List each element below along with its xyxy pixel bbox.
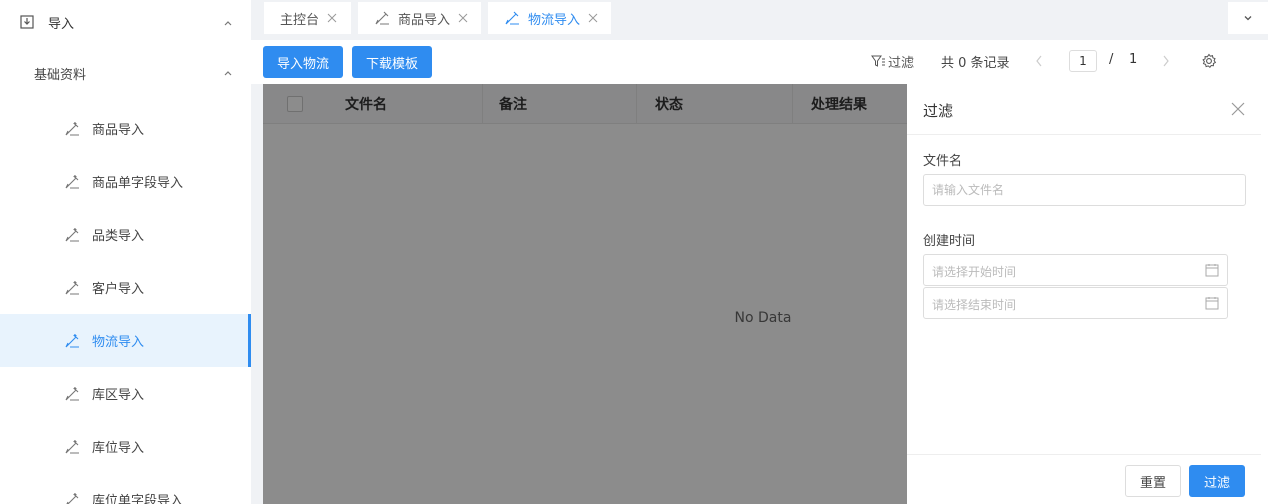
sidebar-item-location-import[interactable]: 库位导入 xyxy=(0,420,251,473)
tabs-more-button[interactable] xyxy=(1228,2,1268,34)
tab-bar: 主控台 商品导入 物流导入 xyxy=(251,0,1268,40)
tab-label: 物流导入 xyxy=(528,12,581,28)
next-page-icon[interactable] xyxy=(1161,54,1171,68)
sidebar-group-basic[interactable]: 基础资料 xyxy=(0,50,251,96)
gear-icon[interactable] xyxy=(1201,53,1217,69)
chevron-up-icon xyxy=(224,71,232,76)
start-date-placeholder: 请选择开始时间 xyxy=(932,265,1017,279)
sidebar-menu-import-label: 导入 xyxy=(48,16,75,32)
chevron-up-icon xyxy=(224,21,232,26)
close-icon[interactable] xyxy=(588,13,598,23)
filename-input[interactable] xyxy=(923,174,1246,206)
reset-button[interactable]: 重置 xyxy=(1125,465,1181,497)
tab-label: 主控台 xyxy=(280,12,320,28)
sidebar-item-label: 商品导入 xyxy=(92,123,145,138)
drawer-title: 过滤 xyxy=(923,102,954,120)
import-icon xyxy=(20,15,34,29)
edit-icon xyxy=(65,280,79,295)
edit-icon xyxy=(505,11,519,25)
sidebar-item-label: 商品单字段导入 xyxy=(92,176,184,191)
page-separator: / xyxy=(1109,52,1114,67)
import-logistics-button[interactable]: 导入物流 xyxy=(263,46,343,78)
drawer-header: 过滤 xyxy=(907,84,1261,135)
calendar-icon xyxy=(1205,264,1219,277)
edit-icon xyxy=(375,11,389,25)
created-time-label: 创建时间 xyxy=(923,234,976,249)
sidebar-group-basic-label: 基础资料 xyxy=(34,67,87,83)
total-records: 共 0 条记录 xyxy=(941,56,1010,71)
edit-icon xyxy=(66,492,79,504)
edit-icon xyxy=(65,386,79,401)
tab-dashboard[interactable]: 主控台 xyxy=(264,2,351,34)
sidebar-menu-import[interactable]: 导入 xyxy=(0,0,251,44)
drawer-footer: 重置 过滤 xyxy=(907,454,1261,504)
edit-icon xyxy=(65,227,79,242)
sidebar: 导入 基础资料 商品导入 商品单字段导入 品类导入 客户导入 物流导入 库区导入… xyxy=(0,0,251,504)
prev-page-icon[interactable] xyxy=(1034,54,1044,68)
page-total: 1 xyxy=(1129,52,1138,67)
tab-logistics-import[interactable]: 物流导入 xyxy=(488,2,611,34)
close-icon[interactable] xyxy=(1231,102,1245,116)
page-input[interactable]: 1 xyxy=(1069,50,1097,72)
end-date-picker[interactable]: 请选择结束时间 xyxy=(923,287,1228,319)
sidebar-item-customer-import[interactable]: 客户导入 xyxy=(0,261,251,314)
filter-icon xyxy=(871,55,885,67)
sidebar-item-product-field-import[interactable]: 商品单字段导入 xyxy=(0,155,251,208)
filter-drawer: 过滤 文件名 创建时间 请选择开始时间 请选择结束时间 重置 过滤 xyxy=(907,84,1261,504)
sidebar-item-label: 品类导入 xyxy=(92,229,145,244)
download-template-button[interactable]: 下载模板 xyxy=(352,46,432,78)
edit-icon xyxy=(65,121,79,136)
close-icon[interactable] xyxy=(458,13,468,23)
sidebar-item-location-field-import[interactable]: 库位单字段导入 xyxy=(0,473,251,504)
apply-filter-button[interactable]: 过滤 xyxy=(1189,465,1245,497)
sidebar-item-product-import[interactable]: 商品导入 xyxy=(0,102,251,155)
sidebar-item-label: 物流导入 xyxy=(92,335,145,350)
filter-toggle[interactable]: 过滤 xyxy=(871,52,914,71)
sidebar-item-label: 库位单字段导入 xyxy=(92,494,184,504)
tab-label: 商品导入 xyxy=(398,12,451,28)
chevron-down-icon xyxy=(1244,16,1252,21)
edit-icon xyxy=(65,174,79,189)
sidebar-item-label: 库位导入 xyxy=(92,441,145,456)
sidebar-item-label: 库区导入 xyxy=(92,388,145,403)
sidebar-item-zone-import[interactable]: 库区导入 xyxy=(0,367,251,420)
page-edge xyxy=(1261,84,1268,504)
toolbar: 导入物流 下载模板 过滤 共 0 条记录 1 / 1 xyxy=(251,40,1268,84)
sidebar-item-label: 客户导入 xyxy=(92,282,145,297)
calendar-icon xyxy=(1205,297,1219,310)
sidebar-item-logistics-import[interactable]: 物流导入 xyxy=(0,314,251,367)
drawer-mask[interactable] xyxy=(263,84,907,504)
edit-icon xyxy=(65,439,79,454)
filter-label: 过滤 xyxy=(888,56,915,71)
edit-icon xyxy=(65,333,79,348)
filename-label: 文件名 xyxy=(923,154,963,169)
end-date-placeholder: 请选择结束时间 xyxy=(932,298,1017,312)
sidebar-item-category-import[interactable]: 品类导入 xyxy=(0,208,251,261)
tab-product-import[interactable]: 商品导入 xyxy=(358,2,481,34)
close-icon[interactable] xyxy=(327,13,337,23)
start-date-picker[interactable]: 请选择开始时间 xyxy=(923,254,1228,286)
